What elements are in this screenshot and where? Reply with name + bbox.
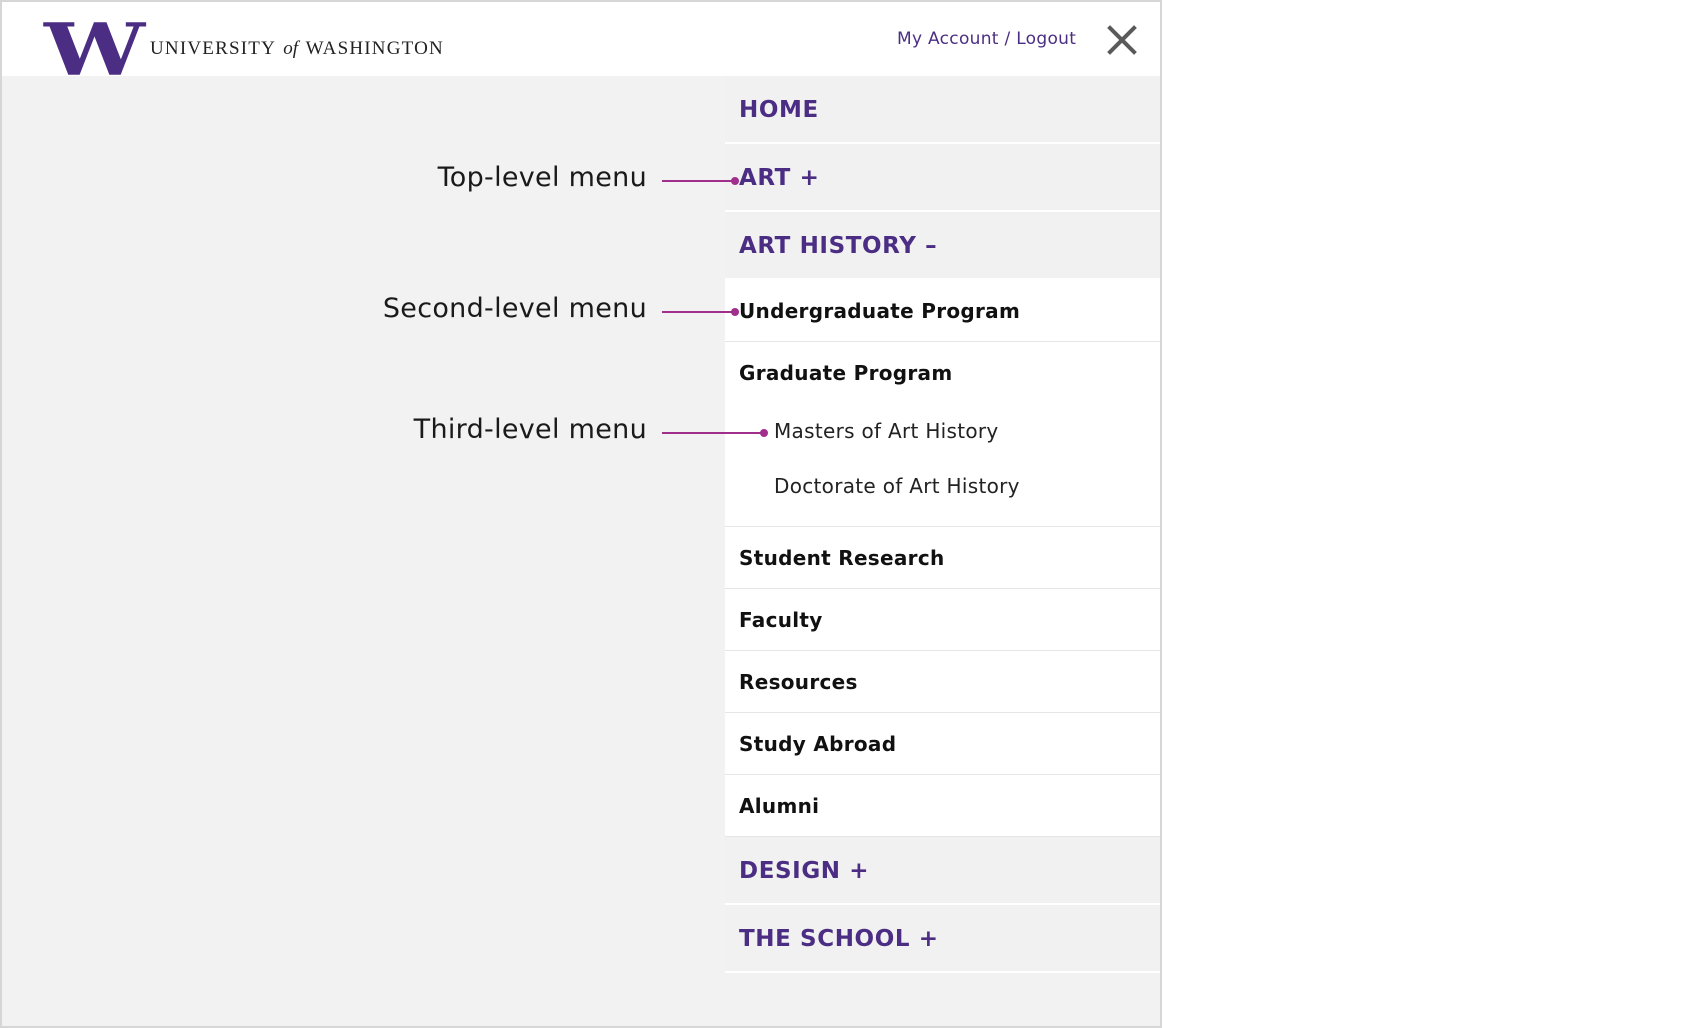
menu-item-art-history[interactable]: ART HISTORY – (725, 212, 1160, 280)
third-level-item-doctorate[interactable]: Doctorate of Art History (725, 459, 1160, 514)
annotation-top-level: Top-level menu (437, 162, 647, 193)
submenu-item-student-research[interactable]: Student Research (725, 527, 1160, 589)
annotation-leader-third-level (662, 429, 768, 437)
submenu-item-undergraduate-program[interactable]: Undergraduate Program (725, 280, 1160, 342)
submenu-item-study-abroad[interactable]: Study Abroad (725, 713, 1160, 775)
menu-item-art[interactable]: ART + (725, 144, 1160, 212)
menu-item-design[interactable]: DESIGN + (725, 837, 1160, 905)
wordmark-university: UNIVERSITY (150, 38, 276, 59)
annotation-leader-top-level (662, 177, 739, 185)
menu-item-the-school[interactable]: THE SCHOOL + (725, 905, 1160, 973)
submenu-item-graduate-program[interactable]: Graduate Program (725, 342, 1160, 404)
uw-w-logo-icon[interactable]: W (44, 14, 145, 86)
wordmark-washington: WASHINGTON (305, 38, 444, 59)
mobile-nav-frame: W UNIVERSITY of WASHINGTON My Account / … (0, 0, 1162, 1028)
third-level-item-masters[interactable]: Masters of Art History (725, 404, 1160, 459)
university-wordmark[interactable]: UNIVERSITY of WASHINGTON (150, 38, 444, 60)
submenu-item-resources[interactable]: Resources (725, 651, 1160, 713)
submenu-group-graduate: Graduate Program Masters of Art History … (725, 342, 1160, 527)
wordmark-of: of (283, 38, 299, 59)
submenu-item-faculty[interactable]: Faculty (725, 589, 1160, 651)
close-icon[interactable] (1102, 20, 1142, 60)
submenu-item-alumni[interactable]: Alumni (725, 775, 1160, 837)
annotation-second-level: Second-level menu (382, 293, 647, 324)
nav-menu: HOME ART + ART HISTORY – Undergraduate P… (725, 76, 1160, 973)
annotation-third-level: Third-level menu (413, 414, 647, 445)
menu-item-home[interactable]: HOME (725, 76, 1160, 144)
site-header: W UNIVERSITY of WASHINGTON My Account / … (2, 2, 1160, 86)
my-account-logout-link[interactable]: My Account / Logout (897, 29, 1076, 49)
annotation-leader-second-level (662, 308, 739, 316)
